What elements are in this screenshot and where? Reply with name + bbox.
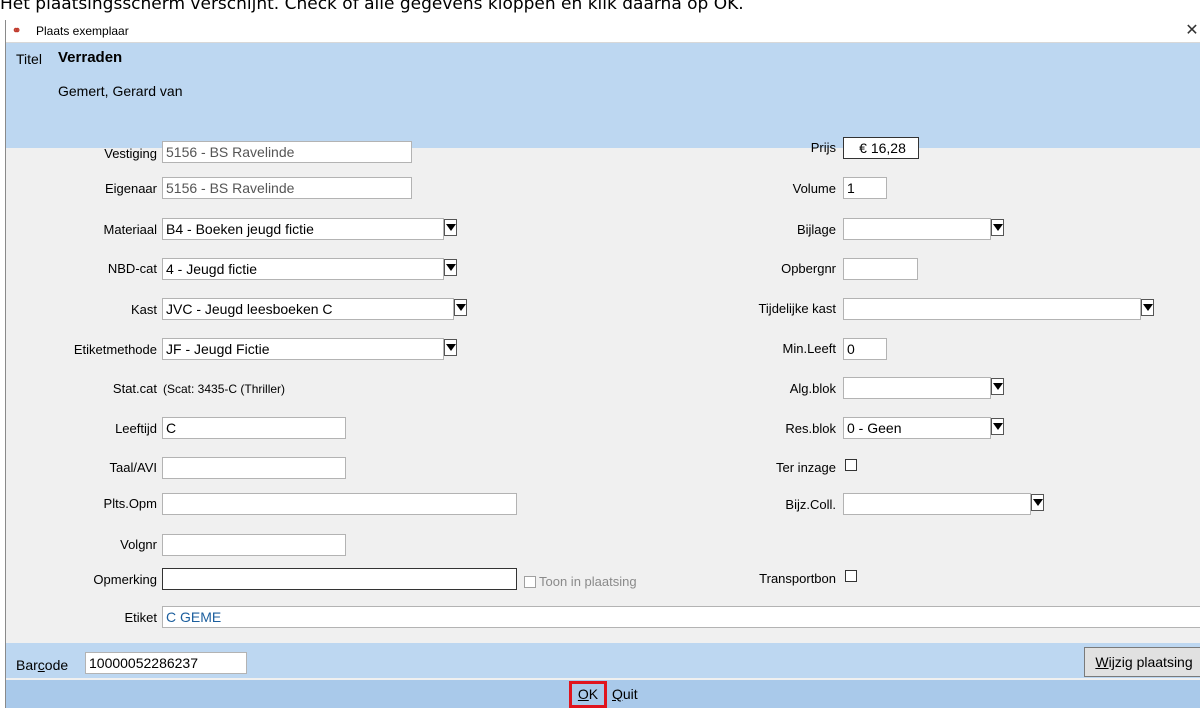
algblok-label: Alg.blok (789, 381, 836, 396)
kast-label: Kast (130, 302, 157, 317)
bijlage-label: Bijlage (796, 222, 836, 237)
etiketmethode-select[interactable]: JF - Jeugd Fictie (162, 338, 444, 360)
prijs-label: Prijs (810, 140, 836, 155)
resblok-select[interactable]: 0 - Geen (843, 417, 991, 439)
volgnr-field[interactable] (162, 534, 346, 556)
plaats-exemplaar-window: ⚭ Plaats exemplaar ✕ Titel Verraden Geme… (5, 20, 1200, 708)
wijzig-plaatsing-button[interactable]: Wijzig plaatsing (1084, 647, 1200, 677)
statcat-label: Stat.cat (112, 381, 157, 396)
nbdcat-select[interactable]: 4 - Jeugd fictie (162, 258, 444, 280)
vestiging-field[interactable]: 5156 - BS Ravelinde (162, 141, 412, 163)
chevron-down-icon[interactable] (991, 219, 1004, 236)
tijdelijke-kast-dropdown-wrap (1141, 298, 1156, 320)
taalavi-label: Taal/AVI (109, 460, 157, 475)
pltsopm-field[interactable] (162, 493, 517, 515)
prijs-field[interactable]: € 16,28 (843, 137, 919, 159)
opbergnr-label: Opbergnr (781, 261, 836, 276)
nbdcat-value: 4 - Jeugd fictie (166, 261, 258, 277)
transportbon-checkbox[interactable] (845, 570, 857, 582)
chevron-down-icon[interactable] (991, 418, 1004, 435)
volume-field[interactable]: 1 (843, 177, 887, 199)
chevron-down-icon[interactable] (444, 339, 457, 356)
bijlage-select[interactable] (843, 218, 991, 240)
volgnr-label: Volgnr (120, 537, 157, 552)
materiaal-label: Materiaal (103, 222, 157, 237)
close-icon[interactable]: ✕ (1184, 20, 1200, 42)
title-bar: ⚭ Plaats exemplaar ✕ (6, 20, 1200, 43)
transportbon-label: Transportbon (759, 571, 836, 586)
materiaal-dropdown-wrap (444, 218, 459, 240)
chevron-down-icon[interactable] (454, 299, 467, 316)
eigenaar-field[interactable]: 5156 - BS Ravelinde (162, 177, 412, 199)
app-icon: ⚭ (12, 25, 22, 37)
bijzcoll-dropdown-wrap (1031, 493, 1046, 515)
bijlage-dropdown-wrap (991, 218, 1006, 240)
bijzcoll-select[interactable] (843, 493, 1031, 515)
chevron-down-icon[interactable] (991, 378, 1004, 395)
etiket-label: Etiket (124, 610, 157, 625)
kast-value: JVC - Jeugd leesboeken C (166, 301, 333, 317)
tutorial-caption: Het plaatsingsscherm verschijnt. Check o… (0, 0, 1200, 22)
quit-button[interactable]: Quit (612, 684, 638, 705)
algblok-select[interactable] (843, 377, 991, 399)
leeftijd-field[interactable]: C (162, 417, 346, 439)
opbergnr-field[interactable] (843, 258, 918, 280)
minleeft-label: Min.Leeft (782, 341, 836, 356)
barcode-label: Barcode (16, 657, 69, 673)
algblok-dropdown-wrap (991, 377, 1006, 399)
window-title: Plaats exemplaar (36, 24, 129, 38)
barcode-field[interactable]: 10000052286237 (85, 652, 247, 674)
nbdcat-dropdown-wrap (444, 258, 459, 280)
book-title: Verraden (58, 49, 123, 66)
toon-in-plaatsing-label: Toon in plaatsing (539, 574, 637, 589)
eigenaar-label: Eigenaar (104, 181, 157, 196)
terinzage-label: Ter inzage (776, 460, 836, 475)
bijzcoll-label: Bijz.Coll. (785, 497, 836, 512)
etiketmethode-value: JF - Jeugd Fictie (166, 341, 270, 357)
materiaal-select[interactable]: B4 - Boeken jeugd fictie (162, 218, 444, 240)
resblok-dropdown-wrap (991, 417, 1006, 439)
chevron-down-icon[interactable] (1141, 299, 1154, 316)
leeftijd-label: Leeftijd (115, 421, 157, 436)
materiaal-value: B4 - Boeken jeugd fictie (166, 221, 314, 237)
opmerking-field[interactable] (162, 568, 517, 590)
kast-dropdown-wrap (454, 298, 469, 320)
taalavi-field[interactable] (162, 457, 346, 479)
tijdelijke-kast-select[interactable] (843, 298, 1141, 320)
chevron-down-icon[interactable] (444, 219, 457, 236)
statcat-value: (Scat: 3435-C (Thriller) (163, 382, 286, 396)
chevron-down-icon[interactable] (1031, 494, 1044, 511)
minleeft-field[interactable]: 0 (843, 338, 887, 360)
tijdelijke-kast-label: Tijdelijke kast (758, 301, 836, 316)
nbdcat-label: NBD-cat (107, 261, 157, 276)
etiketmethode-label: Etiketmethode (73, 342, 157, 357)
opmerking-label: Opmerking (93, 572, 157, 587)
resblok-label: Res.blok (785, 421, 836, 436)
title-label: Titel (16, 51, 42, 67)
title-header: Titel Verraden Gemert, Gerard van (6, 43, 1200, 148)
vestiging-label: Vestiging (104, 146, 157, 161)
book-author: Gemert, Gerard van (58, 83, 183, 99)
pltsopm-label: Plts.Opm (103, 496, 157, 511)
volume-label: Volume (792, 181, 836, 196)
chevron-down-icon[interactable] (444, 259, 457, 276)
etiketmethode-dropdown-wrap (444, 338, 459, 360)
kast-select[interactable]: JVC - Jeugd leesboeken C (162, 298, 454, 320)
toon-in-plaatsing-checkbox[interactable] (524, 576, 536, 588)
terinzage-checkbox[interactable] (845, 459, 857, 471)
ok-button[interactable]: OK (569, 681, 607, 708)
etiket-field[interactable]: C GEME (162, 606, 1200, 628)
